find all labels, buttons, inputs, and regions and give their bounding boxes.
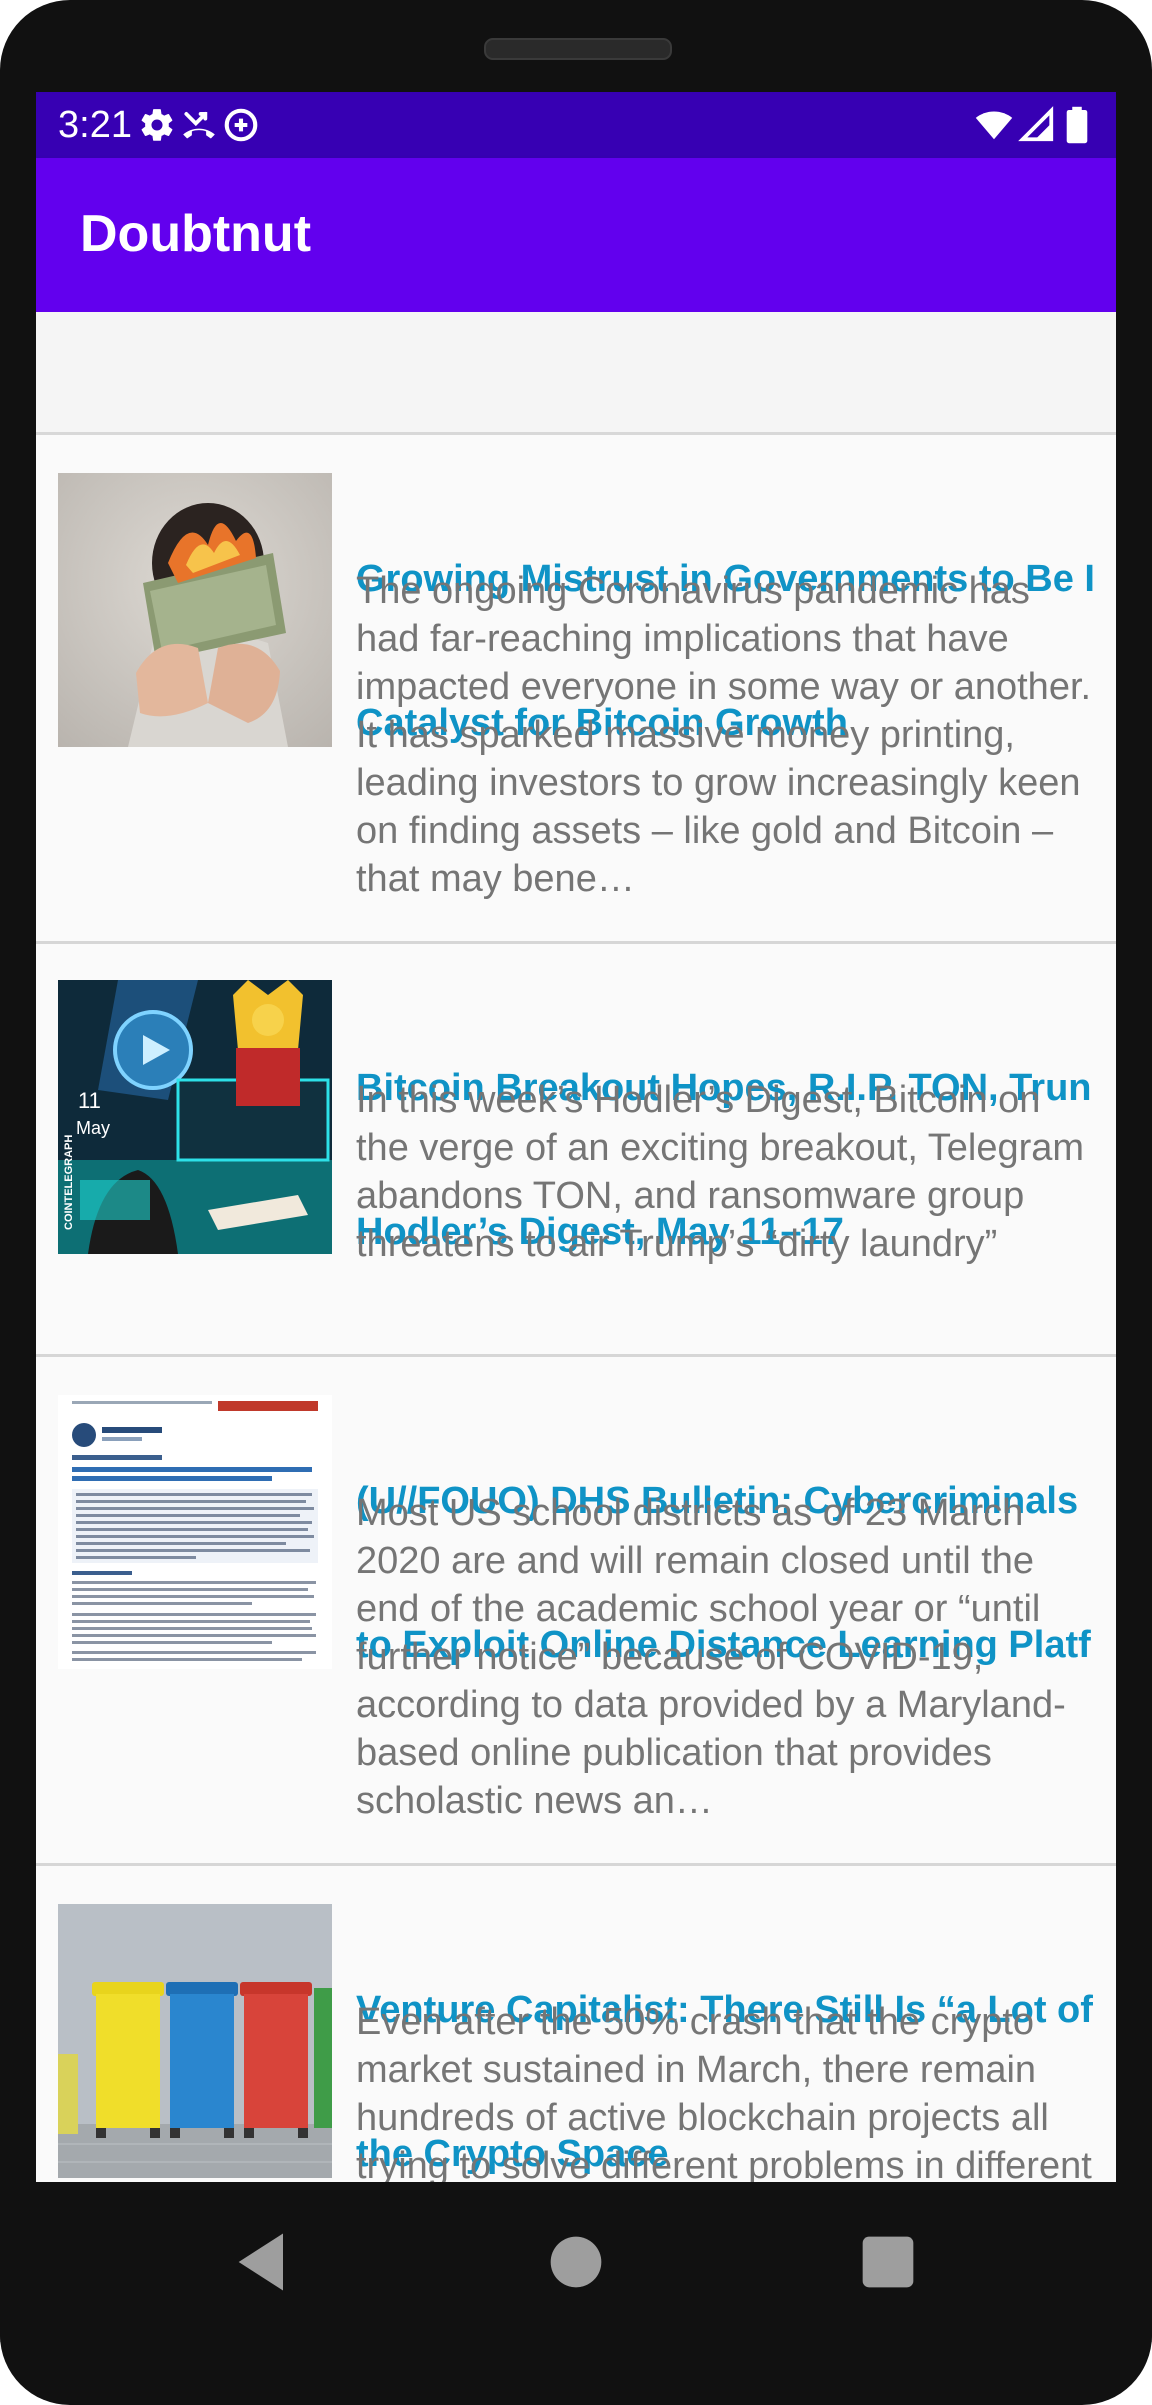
app-title: Doubtnut: [80, 205, 312, 263]
list-item[interactable]: Venture Capitalist: There Still Is “a Lo…: [36, 1866, 1116, 2182]
gear-icon: [141, 109, 173, 141]
article-thumbnail[interactable]: [58, 473, 332, 747]
dhs-bulletin-document-image: [58, 1395, 332, 1669]
battery-icon: [1066, 106, 1088, 144]
navigation-bar: [0, 2182, 1152, 2342]
thumbnail-date-number: 11: [78, 1088, 101, 1113]
home-icon[interactable]: [538, 2224, 614, 2300]
app-bar: Doubtnut: [36, 158, 1116, 312]
article-thumbnail[interactable]: 11 May COINTELEGRAPH: [58, 980, 332, 1254]
list-item[interactable]: Growing Mistrust in Governments to Be I …: [36, 435, 1116, 944]
recents-icon[interactable]: [850, 2224, 926, 2300]
article-description: Even after the 50% crash that the crypto…: [356, 2001, 1092, 2182]
article-description: The ongoing Coronavirus pandemic has had…: [356, 570, 1092, 900]
signal-icon: [1018, 106, 1054, 142]
article-description: Most US school districts as of 23 March …: [356, 1492, 1066, 1822]
thumbnail-brand: COINTELEGRAPH: [63, 1135, 75, 1230]
recycling-bins-image: [58, 1904, 332, 2178]
status-bar: 3:21: [36, 92, 1116, 158]
article-thumbnail[interactable]: [58, 1904, 332, 2178]
back-icon[interactable]: [226, 2224, 302, 2300]
thumbnail-date-month: May: [76, 1118, 110, 1138]
list-item[interactable]: (U//FOUO) DHS Bulletin: Cybercriminals t…: [36, 1357, 1116, 1866]
missed-call-icon: [183, 112, 215, 139]
status-time: 3:21: [58, 104, 132, 146]
wifi-icon: [975, 111, 1013, 140]
data-saver-icon: [224, 108, 258, 142]
news-feed[interactable]: Growing Mistrust in Governments to Be I …: [36, 312, 1116, 2182]
screen: 3:21 Doubtnut Growing Mistrust in Govern…: [36, 92, 1116, 2182]
list-item[interactable]: 11 May COINTELEGRAPH Bitcoin Breakout Ho…: [36, 944, 1116, 1357]
phone-frame: 3:21 Doubtnut Growing Mistrust in Govern…: [0, 0, 1152, 2405]
burning-money-image: [58, 473, 332, 747]
article-description: In this week’s Hodler’s Digest, Bitcoin …: [356, 1079, 1085, 1265]
earpiece-speaker: [484, 38, 672, 60]
hodlers-digest-image: 11 May COINTELEGRAPH: [58, 980, 332, 1254]
article-thumbnail[interactable]: [58, 1395, 332, 1669]
